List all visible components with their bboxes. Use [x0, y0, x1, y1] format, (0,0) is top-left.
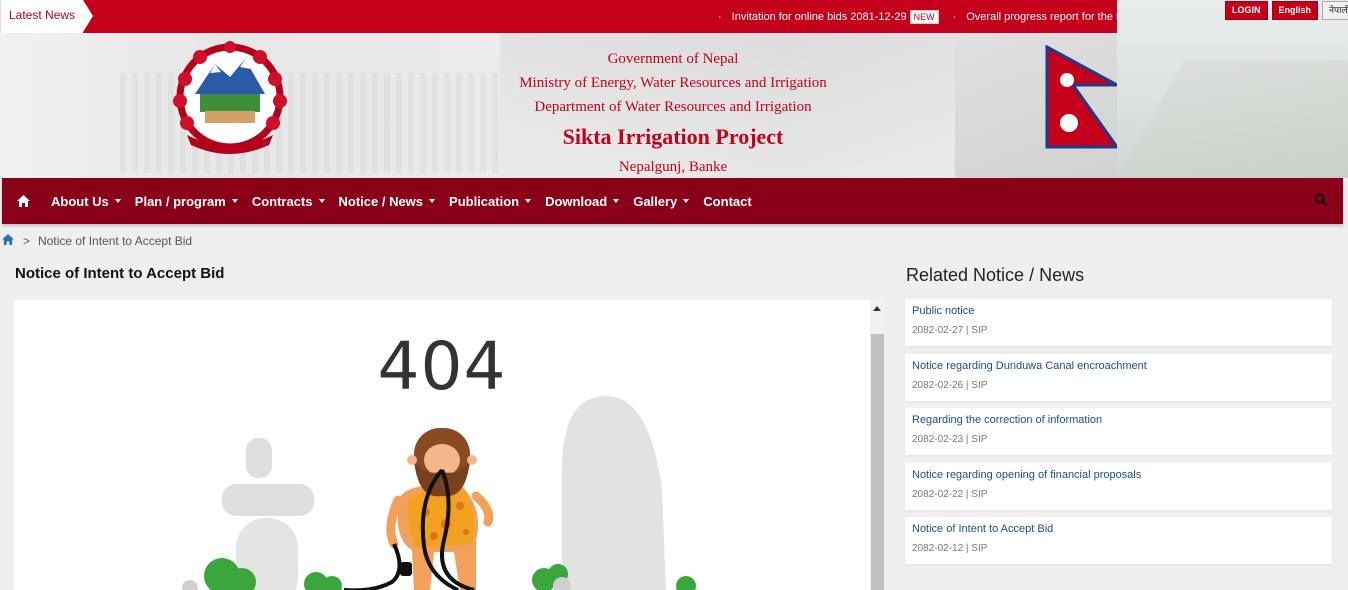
- department-name: Department of Water Resources and Irriga…: [534, 99, 812, 115]
- scroll-thumb[interactable]: [871, 334, 884, 590]
- ticker-item-text[interactable]: Invitation for online bids 2081-12-29: [732, 11, 907, 23]
- login-button[interactable]: LOGIN: [1225, 1, 1268, 20]
- nav-about-us[interactable]: About Us: [44, 178, 128, 224]
- nav-contact[interactable]: Contact: [696, 178, 758, 224]
- ticker-item[interactable]: · Invitation for online bids 2081-12-29 …: [718, 9, 939, 24]
- news-card: Notice of Intent to Accept Bid 2082-02-1…: [905, 517, 1332, 564]
- news-link[interactable]: Notice regarding opening of financial pr…: [912, 468, 1325, 482]
- nav-contracts[interactable]: Contracts: [245, 178, 332, 224]
- auth-buttons: LOGIN English नेपाली: [1225, 1, 1348, 20]
- news-link[interactable]: Notice of Intent to Accept Bid: [912, 522, 1325, 536]
- chevron-down-icon: [429, 199, 436, 203]
- nav-notice-news[interactable]: Notice / News: [332, 178, 443, 224]
- chevron-down-icon: [114, 199, 121, 203]
- breadcrumb-current: Notice of Intent to Accept Bid: [38, 234, 193, 248]
- nav-plan-program[interactable]: Plan / program: [128, 178, 245, 224]
- news-meta: 2082-02-26 | SIP: [912, 379, 988, 391]
- project-location: Nepalgunj, Banke: [618, 159, 728, 175]
- chevron-down-icon: [318, 199, 325, 203]
- header-titles: Government of Nepal Ministry of Energy, …: [500, 47, 846, 178]
- chevron-down-icon: [231, 199, 238, 203]
- nav-publication[interactable]: Publication: [442, 178, 538, 224]
- page-title: Notice of Intent to Accept Bid: [15, 265, 225, 282]
- nepal-flag-icon: [1045, 45, 1117, 149]
- scroll-up-arrow-icon[interactable]: [873, 306, 881, 311]
- nepali-language-button[interactable]: नेपाली: [1322, 1, 1348, 20]
- ministry-name: Ministry of Energy, Water Resources and …: [519, 75, 827, 91]
- english-language-button[interactable]: English: [1271, 1, 1319, 20]
- search-icon[interactable]: [1314, 193, 1327, 211]
- breadcrumb-separator: >: [23, 234, 31, 248]
- content-scrollbar[interactable]: [870, 300, 885, 590]
- bullet-icon: ·: [952, 10, 957, 23]
- nepal-emblem-logo: [173, 41, 287, 154]
- news-link[interactable]: Notice regarding Dunduwa Canal encroachm…: [912, 359, 1325, 373]
- chevron-down-icon: [683, 199, 690, 203]
- related-news-title: Related Notice / News: [906, 265, 1085, 285]
- news-link[interactable]: Regarding the correction of information: [912, 413, 1325, 427]
- government-name: Government of Nepal: [607, 51, 739, 67]
- project-title: Sikta Irrigation Project: [562, 124, 784, 149]
- news-meta: 2082-02-12 | SIP: [912, 543, 988, 554]
- nav-download[interactable]: Download: [538, 178, 626, 224]
- news-meta: 2082-02-27 | SIP: [912, 325, 988, 336]
- ticker-item-text[interactable]: Overall progress report for the thi: [966, 11, 1117, 23]
- ticker-items: · Invitation for online bids 2081-12-29 …: [718, 0, 1117, 33]
- main-navbar: About Us Plan / program Contracts Notice…: [2, 178, 1343, 224]
- news-card: Notice regarding Dunduwa Canal encroachm…: [905, 353, 1332, 401]
- error-code: 404: [377, 328, 507, 405]
- breadcrumb: > Notice of Intent to Accept Bid: [2, 234, 192, 248]
- chevron-down-icon: [525, 199, 532, 203]
- news-meta: 2082-02-22 | SIP: [912, 488, 988, 500]
- home-icon[interactable]: [2, 195, 44, 207]
- nav-gallery[interactable]: Gallery: [626, 178, 696, 224]
- ticker-item[interactable]: · Overall progress report for the thi: [953, 11, 1117, 23]
- latest-news-ticker: Latest News · Invitation for online bids…: [0, 0, 1117, 33]
- header-right-image: [1117, 0, 1348, 178]
- site-header: Government of Nepal Ministry of Energy, …: [0, 33, 1117, 178]
- news-link[interactable]: Public notice: [912, 304, 1325, 318]
- latest-news-label: Latest News: [0, 0, 94, 33]
- related-news-list: Public notice 2082-02-27 | SIP Notice re…: [905, 299, 1332, 572]
- content-frame: 404: [14, 300, 870, 590]
- news-card: Notice regarding opening of financial pr…: [905, 462, 1332, 510]
- news-meta: 2082-02-23 | SIP: [912, 434, 988, 445]
- new-badge: NEW: [909, 9, 939, 24]
- home-icon[interactable]: [2, 234, 14, 248]
- bullet-icon: ·: [718, 10, 722, 23]
- news-card: Regarding the correction of information …: [905, 408, 1332, 455]
- chevron-down-icon: [613, 199, 620, 203]
- news-card: Public notice 2082-02-27 | SIP: [905, 299, 1332, 346]
